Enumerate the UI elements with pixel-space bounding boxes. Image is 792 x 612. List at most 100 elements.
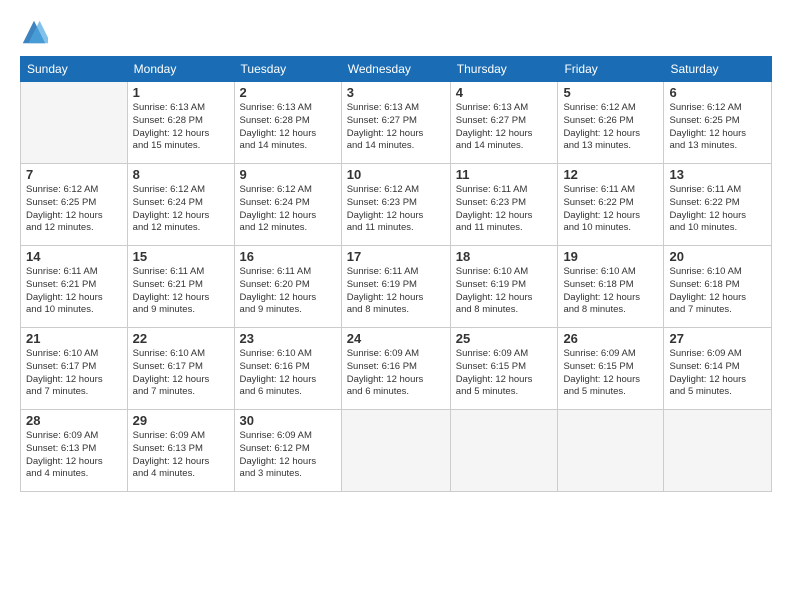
day-info: Sunrise: 6:13 AMSunset: 6:27 PMDaylight:… — [456, 102, 553, 153]
calendar-cell: 2 Sunrise: 6:13 AMSunset: 6:28 PMDaylight… — [234, 82, 341, 164]
calendar-cell: 3Sunrise: 6:13 AMSunset: 6:27 PMDaylight… — [341, 82, 450, 164]
day-info: Sunrise: 6:09 AMSunset: 6:13 PMDaylight:… — [26, 430, 122, 481]
day-number: 24 — [347, 331, 445, 346]
day-number: 21 — [26, 331, 122, 346]
day-info: Sunrise: 6:12 AMSunset: 6:26 PMDaylight:… — [563, 102, 658, 153]
day-info: Sunrise: 6:11 AMSunset: 6:22 PMDaylight:… — [563, 184, 658, 235]
calendar-cell: 14 Sunrise: 6:11 AMSunset: 6:21 PMDayligh… — [21, 246, 128, 328]
day-number: 26 — [563, 331, 658, 346]
calendar-header-row: SundayMondayTuesdayWednesdayThursdayFrid… — [21, 57, 772, 82]
calendar-cell: 30 Sunrise: 6:09 AMSunset: 6:12 PMDayligh… — [234, 410, 341, 492]
day-info: Sunrise: 6:12 AMSunset: 6:25 PMDaylight:… — [669, 102, 766, 153]
day-number: 29 — [133, 413, 229, 428]
day-number: 2 — [240, 85, 336, 100]
calendar-cell: 8 Sunrise: 6:12 AMSunset: 6:24 PMDaylight… — [127, 164, 234, 246]
day-number: 6 — [669, 85, 766, 100]
day-number: 16 — [240, 249, 336, 264]
calendar-cell: 28 Sunrise: 6:09 AMSunset: 6:13 PMDayligh… — [21, 410, 128, 492]
calendar-day-header: Friday — [558, 57, 664, 82]
day-info: Sunrise: 6:09 AMSunset: 6:15 PMDaylight:… — [563, 348, 658, 399]
calendar-cell: 27 Sunrise: 6:09 AMSunset: 6:14 PMDayligh… — [664, 328, 772, 410]
calendar-cell: 12Sunrise: 6:11 AMSunset: 6:22 PMDayligh… — [558, 164, 664, 246]
calendar-cell: 19Sunrise: 6:10 AMSunset: 6:18 PMDayligh… — [558, 246, 664, 328]
calendar-cell: 9 Sunrise: 6:12 AMSunset: 6:24 PMDaylight… — [234, 164, 341, 246]
day-info: Sunrise: 6:10 AMSunset: 6:16 PMDaylight:… — [240, 348, 336, 399]
day-info: Sunrise: 6:10 AMSunset: 6:18 PMDaylight:… — [563, 266, 658, 317]
day-info: Sunrise: 6:09 AMSunset: 6:15 PMDaylight:… — [456, 348, 553, 399]
day-number: 25 — [456, 331, 553, 346]
calendar-cell — [341, 410, 450, 492]
day-info: Sunrise: 6:11 AMSunset: 6:21 PMDaylight:… — [26, 266, 122, 317]
calendar-week-row: 7 Sunrise: 6:12 AMSunset: 6:25 PMDaylight… — [21, 164, 772, 246]
calendar-cell: 11 Sunrise: 6:11 AMSunset: 6:23 PMDayligh… — [450, 164, 558, 246]
day-info: Sunrise: 6:10 AMSunset: 6:17 PMDaylight:… — [26, 348, 122, 399]
day-info: Sunrise: 6:11 AMSunset: 6:19 PMDaylight:… — [347, 266, 445, 317]
calendar-cell: 26 Sunrise: 6:09 AMSunset: 6:15 PMDayligh… — [558, 328, 664, 410]
day-number: 5 — [563, 85, 658, 100]
calendar-day-header: Thursday — [450, 57, 558, 82]
calendar-cell — [558, 410, 664, 492]
day-number: 30 — [240, 413, 336, 428]
day-info: Sunrise: 6:11 AMSunset: 6:23 PMDaylight:… — [456, 184, 553, 235]
day-number: 28 — [26, 413, 122, 428]
day-info: Sunrise: 6:12 AMSunset: 6:23 PMDaylight:… — [347, 184, 445, 235]
day-info: Sunrise: 6:09 AMSunset: 6:12 PMDaylight:… — [240, 430, 336, 481]
calendar-day-header: Sunday — [21, 57, 128, 82]
header — [20, 18, 772, 46]
calendar-cell — [450, 410, 558, 492]
day-number: 22 — [133, 331, 229, 346]
day-number: 13 — [669, 167, 766, 182]
calendar-day-header: Tuesday — [234, 57, 341, 82]
calendar-cell: 25 Sunrise: 6:09 AMSunset: 6:15 PMDayligh… — [450, 328, 558, 410]
calendar-week-row: 21 Sunrise: 6:10 AMSunset: 6:17 PMDayligh… — [21, 328, 772, 410]
day-info: Sunrise: 6:09 AMSunset: 6:14 PMDaylight:… — [669, 348, 766, 399]
day-info: Sunrise: 6:10 AMSunset: 6:19 PMDaylight:… — [456, 266, 553, 317]
calendar-cell — [21, 82, 128, 164]
calendar-cell: 24 Sunrise: 6:09 AMSunset: 6:16 PMDayligh… — [341, 328, 450, 410]
day-info: Sunrise: 6:10 AMSunset: 6:17 PMDaylight:… — [133, 348, 229, 399]
day-info: Sunrise: 6:13 AMSunset: 6:28 PMDaylight:… — [240, 102, 336, 153]
calendar-cell: 4 Sunrise: 6:13 AMSunset: 6:27 PMDaylight… — [450, 82, 558, 164]
day-info: Sunrise: 6:11 AMSunset: 6:22 PMDaylight:… — [669, 184, 766, 235]
day-info: Sunrise: 6:12 AMSunset: 6:25 PMDaylight:… — [26, 184, 122, 235]
day-number: 7 — [26, 167, 122, 182]
calendar-cell: 22 Sunrise: 6:10 AMSunset: 6:17 PMDayligh… — [127, 328, 234, 410]
calendar-day-header: Monday — [127, 57, 234, 82]
logo — [20, 18, 52, 46]
day-number: 8 — [133, 167, 229, 182]
day-info: Sunrise: 6:09 AMSunset: 6:13 PMDaylight:… — [133, 430, 229, 481]
calendar-cell: 29 Sunrise: 6:09 AMSunset: 6:13 PMDayligh… — [127, 410, 234, 492]
day-info: Sunrise: 6:09 AMSunset: 6:16 PMDaylight:… — [347, 348, 445, 399]
day-number: 11 — [456, 167, 553, 182]
day-info: Sunrise: 6:13 AMSunset: 6:27 PMDaylight:… — [347, 102, 445, 153]
calendar-week-row: 28 Sunrise: 6:09 AMSunset: 6:13 PMDayligh… — [21, 410, 772, 492]
day-number: 1 — [133, 85, 229, 100]
calendar-cell — [664, 410, 772, 492]
day-number: 4 — [456, 85, 553, 100]
calendar-day-header: Wednesday — [341, 57, 450, 82]
calendar-week-row: 1 Sunrise: 6:13 AMSunset: 6:28 PMDaylight… — [21, 82, 772, 164]
day-number: 9 — [240, 167, 336, 182]
calendar-cell: 1 Sunrise: 6:13 AMSunset: 6:28 PMDaylight… — [127, 82, 234, 164]
day-number: 27 — [669, 331, 766, 346]
day-info: Sunrise: 6:13 AMSunset: 6:28 PMDaylight:… — [133, 102, 229, 153]
calendar-table: SundayMondayTuesdayWednesdayThursdayFrid… — [20, 56, 772, 492]
day-info: Sunrise: 6:11 AMSunset: 6:21 PMDaylight:… — [133, 266, 229, 317]
day-number: 10 — [347, 167, 445, 182]
page: SundayMondayTuesdayWednesdayThursdayFrid… — [0, 0, 792, 612]
day-number: 14 — [26, 249, 122, 264]
calendar-cell: 6 Sunrise: 6:12 AMSunset: 6:25 PMDaylight… — [664, 82, 772, 164]
calendar-cell: 16 Sunrise: 6:11 AMSunset: 6:20 PMDayligh… — [234, 246, 341, 328]
day-info: Sunrise: 6:11 AMSunset: 6:20 PMDaylight:… — [240, 266, 336, 317]
logo-icon — [20, 18, 48, 46]
calendar-week-row: 14 Sunrise: 6:11 AMSunset: 6:21 PMDayligh… — [21, 246, 772, 328]
day-number: 20 — [669, 249, 766, 264]
calendar-cell: 23Sunrise: 6:10 AMSunset: 6:16 PMDayligh… — [234, 328, 341, 410]
day-number: 18 — [456, 249, 553, 264]
calendar-cell: 17Sunrise: 6:11 AMSunset: 6:19 PMDayligh… — [341, 246, 450, 328]
day-info: Sunrise: 6:12 AMSunset: 6:24 PMDaylight:… — [240, 184, 336, 235]
day-number: 15 — [133, 249, 229, 264]
calendar-cell: 20Sunrise: 6:10 AMSunset: 6:18 PMDayligh… — [664, 246, 772, 328]
day-info: Sunrise: 6:12 AMSunset: 6:24 PMDaylight:… — [133, 184, 229, 235]
calendar-cell: 13 Sunrise: 6:11 AMSunset: 6:22 PMDayligh… — [664, 164, 772, 246]
